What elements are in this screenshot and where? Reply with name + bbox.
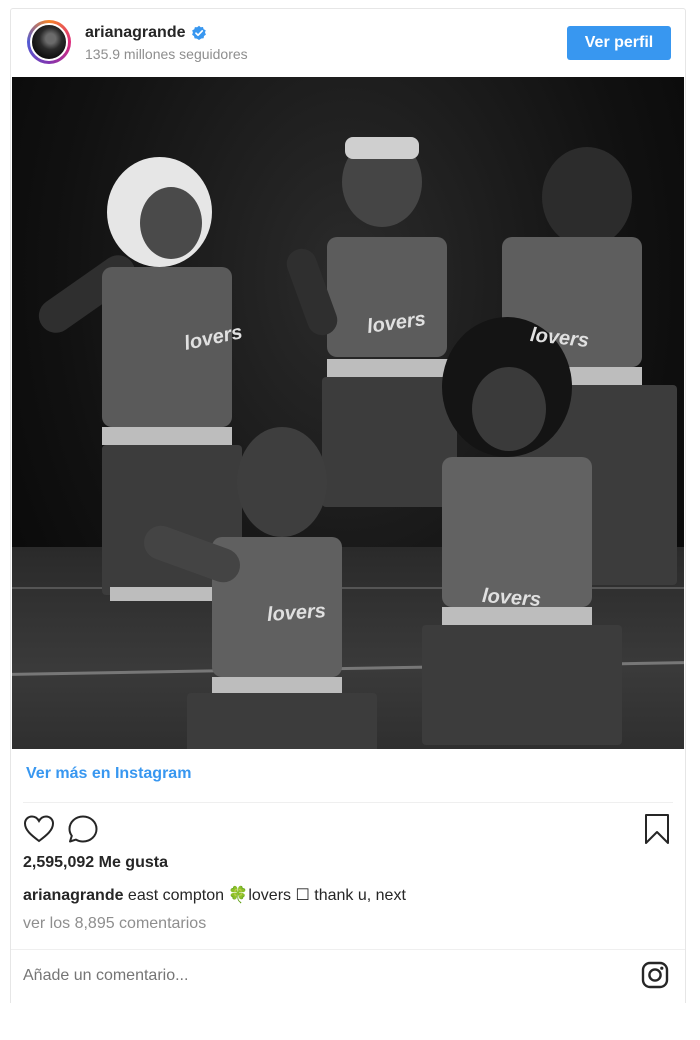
bookmark-icon[interactable] bbox=[643, 813, 671, 845]
avatar-image bbox=[30, 23, 68, 61]
view-comments-link[interactable]: ver los 8,895 comentarios bbox=[23, 915, 206, 933]
view-profile-button[interactable]: Ver perfil bbox=[567, 26, 671, 60]
like-count: 2,595,092 Me gusta bbox=[23, 854, 168, 871]
username[interactable]: arianagrande bbox=[85, 24, 185, 42]
jersey-lettering: lovers bbox=[481, 584, 542, 612]
verified-badge-icon bbox=[192, 25, 207, 40]
username-row: arianagrande bbox=[85, 24, 207, 42]
caption-username[interactable]: arianagrande bbox=[23, 887, 123, 904]
divider bbox=[11, 949, 685, 950]
follower-count: 135.9 millones seguidores bbox=[85, 46, 248, 62]
jersey-lettering: lovers bbox=[266, 599, 327, 627]
add-comment-input[interactable] bbox=[23, 967, 583, 985]
comment-bubble-icon[interactable] bbox=[67, 814, 99, 844]
instagram-embed-card: arianagrande 135.9 millones seguidores V… bbox=[10, 8, 686, 1003]
caption-text: east compton 🍀lovers ☐ thank u, next bbox=[123, 887, 406, 904]
instagram-logo-icon[interactable] bbox=[641, 961, 669, 989]
post-caption: arianagrande east compton 🍀lovers ☐ than… bbox=[23, 885, 406, 905]
heart-icon[interactable] bbox=[23, 814, 55, 844]
post-photo[interactable]: lovers lovers lovers lovers lovers bbox=[12, 77, 684, 749]
post-header: arianagrande 135.9 millones seguidores V… bbox=[11, 9, 685, 77]
view-more-on-instagram-link[interactable]: Ver más en Instagram bbox=[26, 765, 191, 783]
avatar[interactable] bbox=[27, 20, 71, 64]
divider bbox=[23, 802, 673, 803]
